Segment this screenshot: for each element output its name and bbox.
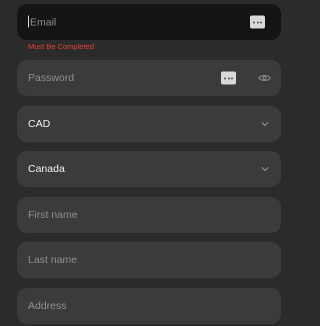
email-placeholder: Email [28,15,57,29]
email-placeholder-text: Email [30,16,57,29]
address-placeholder: Address [28,300,67,312]
email-error-message: Must Be Completed [28,42,94,51]
first-name-placeholder: First name [28,209,78,221]
first-name-field[interactable]: First name [17,197,281,233]
currency-value: CAD [28,118,51,130]
signup-form: Email Must Be Completed Password CAD Can… [0,0,300,326]
last-name-placeholder: Last name [28,254,78,266]
address-field[interactable]: Address [17,288,281,324]
currency-select[interactable]: CAD [17,106,281,142]
last-name-field[interactable]: Last name [17,242,281,278]
text-cursor [28,15,29,28]
password-placeholder: Password [28,72,75,84]
email-field[interactable]: Email [17,4,281,40]
password-field[interactable]: Password [17,60,281,96]
eye-icon[interactable] [258,74,271,83]
country-value: Canada [28,163,65,175]
chevron-down-icon [261,166,269,172]
chevron-down-icon [261,121,269,127]
more-dots-icon[interactable] [250,15,265,29]
more-dots-icon[interactable] [221,71,236,85]
country-select[interactable]: Canada [17,151,281,187]
